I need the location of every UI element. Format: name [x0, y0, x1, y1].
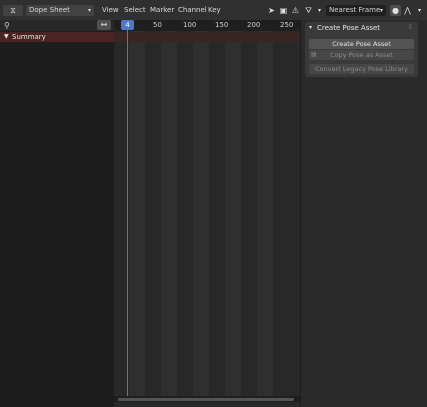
- summary-label: Summary: [12, 33, 46, 41]
- menu-key[interactable]: Key: [208, 5, 221, 16]
- box-select-icon[interactable]: ▣: [278, 5, 289, 16]
- search-icon[interactable]: ⚲: [4, 20, 10, 31]
- panel-title[interactable]: Create Pose Asset: [317, 23, 380, 33]
- drag-handle-icon[interactable]: ⠿: [408, 23, 412, 33]
- snap-dropdown[interactable]: Nearest Frame ▾: [326, 5, 386, 16]
- scrollbar-thumb[interactable]: [118, 398, 294, 401]
- menu-marker[interactable]: Marker: [150, 5, 174, 16]
- mode-dropdown[interactable]: Dope Sheet ▾: [26, 5, 94, 16]
- duplicate-icon: ▤: [311, 51, 317, 58]
- dope-sheet-editor-icon: ⧖: [10, 6, 16, 15]
- mode-label: Dope Sheet: [29, 6, 70, 14]
- falloff-chevron-icon[interactable]: ▾: [414, 5, 425, 16]
- summary-keyframe-strip[interactable]: [114, 32, 300, 42]
- frame-band: [257, 31, 273, 396]
- warning-icon[interactable]: ⚠: [290, 5, 301, 16]
- frame-band: [161, 31, 177, 396]
- channel-summary-row[interactable]: ▼ Summary: [0, 32, 114, 42]
- channel-region: [0, 20, 114, 407]
- sync-arrows-icon[interactable]: ↔: [97, 20, 111, 30]
- ruler-tick-label: 200: [247, 21, 261, 29]
- current-frame-indicator[interactable]: 4: [121, 20, 134, 30]
- frame-band: [193, 31, 209, 396]
- panel-collapse-icon[interactable]: ▾: [309, 23, 312, 33]
- sidebar-region: [300, 20, 427, 407]
- menu-view[interactable]: View: [102, 5, 119, 16]
- copy-pose-as-asset-button[interactable]: Copy Pose as Asset: [309, 50, 414, 60]
- menu-select[interactable]: Select: [124, 5, 146, 16]
- proportional-dot-icon[interactable]: ●: [390, 5, 401, 16]
- falloff-curve-icon[interactable]: ⋀: [402, 5, 413, 16]
- frame-band: [129, 31, 145, 396]
- convert-legacy-pose-library-button[interactable]: Convert Legacy Pose Library: [309, 64, 414, 74]
- playhead-line[interactable]: [127, 28, 128, 396]
- filter-chevron-icon[interactable]: ▾: [314, 5, 325, 16]
- cursor-icon[interactable]: ➤: [266, 5, 277, 16]
- frame-ruler[interactable]: [114, 20, 300, 31]
- ruler-tick-label: 50: [153, 21, 162, 29]
- editor-type-selector[interactable]: ⧖: [3, 5, 23, 16]
- editor-header: ⧖ Dope Sheet ▾ View Select Marker Channe…: [0, 0, 427, 21]
- snap-label: Nearest Frame: [329, 6, 381, 14]
- ruler-tick-label: 150: [215, 21, 229, 29]
- create-pose-asset-button[interactable]: Create Pose Asset: [309, 39, 414, 49]
- chevron-down-icon: ▾: [379, 7, 383, 14]
- ruler-tick-label: 250: [280, 21, 294, 29]
- menu-channel[interactable]: Channel: [178, 5, 207, 16]
- ruler-tick-label: 100: [183, 21, 197, 29]
- filter-icon[interactable]: ⛛: [303, 5, 314, 16]
- chevron-down-icon: ▾: [87, 7, 91, 14]
- frame-band: [225, 31, 241, 396]
- expand-triangle-icon[interactable]: ▼: [4, 32, 9, 42]
